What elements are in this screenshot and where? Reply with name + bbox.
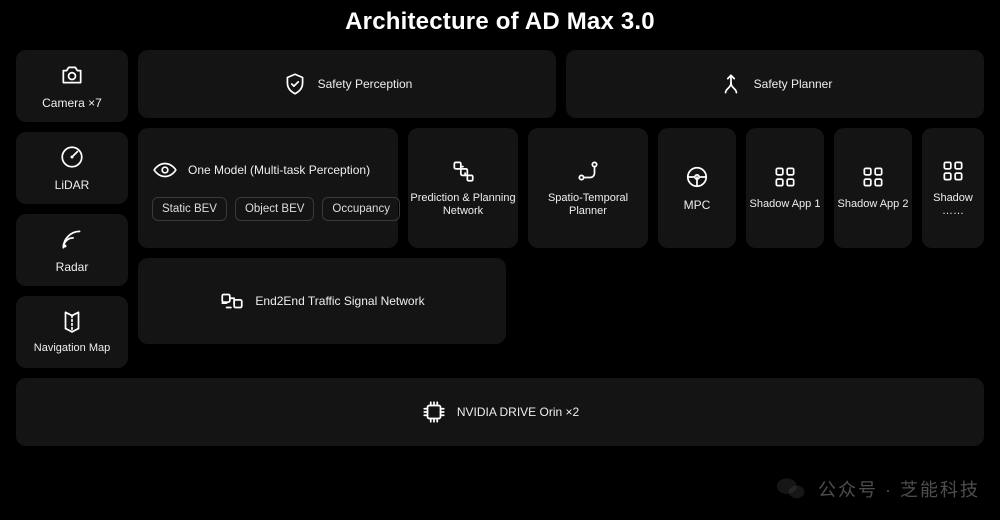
shadow-app-1: Shadow App 1 xyxy=(746,128,824,248)
safety-perception-label: Safety Perception xyxy=(318,77,413,91)
spatio-temporal-planner: Spatio-Temporal Planner xyxy=(528,128,648,248)
architecture-grid: Camera ×7 LiDAR Radar Navigation Map xyxy=(16,50,984,368)
sensor-navmap-label: Navigation Map xyxy=(34,342,110,355)
merge-icon xyxy=(718,71,744,97)
traffic-signal-network: End2End Traffic Signal Network xyxy=(138,258,506,344)
sensor-radar: Radar xyxy=(16,214,128,286)
watermark: 公众号 · 芝能科技 xyxy=(774,472,980,506)
wechat-icon xyxy=(774,472,808,506)
traffic-row: End2End Traffic Signal Network xyxy=(138,258,506,344)
sensor-column: Camera ×7 LiDAR Radar Navigation Map xyxy=(16,50,128,368)
traffic-signal-icon xyxy=(219,288,245,314)
steering-icon xyxy=(684,164,710,190)
radar-icon xyxy=(59,226,85,252)
route-icon xyxy=(575,158,601,184)
safety-row: Safety Perception Safety Planner xyxy=(138,50,984,118)
compute-platform: NVIDIA DRIVE Orin ×2 xyxy=(16,378,984,446)
pill-object-bev: Object BEV xyxy=(235,197,314,221)
lidar-icon xyxy=(59,144,85,170)
one-model: One Model (Multi-task Perception) Static… xyxy=(138,128,398,248)
apps-icon xyxy=(772,164,798,190)
prediction-planning-network: Prediction & Planning Network xyxy=(408,128,518,248)
one-model-title: One Model (Multi-task Perception) xyxy=(188,163,370,177)
safety-planner-label: Safety Planner xyxy=(754,77,833,91)
pill-static-bev: Static BEV xyxy=(152,197,227,221)
safety-planner: Safety Planner xyxy=(566,50,984,118)
eye-icon xyxy=(152,157,178,183)
shadow-app-2-label: Shadow App 2 xyxy=(838,198,909,211)
sensor-navmap: Navigation Map xyxy=(16,296,128,368)
graph-nodes-icon xyxy=(450,158,476,184)
map-icon xyxy=(59,308,85,334)
shadow-app-more-label: Shadow …… xyxy=(922,192,984,218)
one-model-pills: Static BEV Object BEV Occupancy xyxy=(152,197,400,221)
stp-label: Spatio-Temporal Planner xyxy=(528,192,648,218)
traffic-label: End2End Traffic Signal Network xyxy=(255,294,424,308)
safety-perception: Safety Perception xyxy=(138,50,556,118)
sensor-camera-label: Camera ×7 xyxy=(42,96,102,110)
camera-icon xyxy=(59,62,85,88)
sensor-lidar-label: LiDAR xyxy=(55,178,90,192)
shield-icon xyxy=(282,71,308,97)
page-title: Architecture of AD Max 3.0 xyxy=(16,8,984,36)
shadow-app-2: Shadow App 2 xyxy=(834,128,912,248)
ppn-label: Prediction & Planning Network xyxy=(408,192,518,218)
apps-icon xyxy=(860,164,886,190)
compute-label: NVIDIA DRIVE Orin ×2 xyxy=(457,405,579,419)
pill-occupancy: Occupancy xyxy=(322,197,400,221)
shadow-app-more: Shadow …… xyxy=(922,128,984,248)
shadow-app-1-label: Shadow App 1 xyxy=(750,198,821,211)
mpc-label: MPC xyxy=(684,198,711,212)
sensor-lidar: LiDAR xyxy=(16,132,128,204)
main-column: Safety Perception Safety Planner One Mod… xyxy=(138,50,984,368)
sensor-camera: Camera ×7 xyxy=(16,50,128,122)
apps-icon xyxy=(940,158,966,184)
mpc: MPC xyxy=(658,128,736,248)
sensor-radar-label: Radar xyxy=(56,260,89,274)
perception-planning-row: One Model (Multi-task Perception) Static… xyxy=(138,128,984,248)
watermark-text: 公众号 · 芝能科技 xyxy=(818,476,980,502)
chip-icon xyxy=(421,399,447,425)
